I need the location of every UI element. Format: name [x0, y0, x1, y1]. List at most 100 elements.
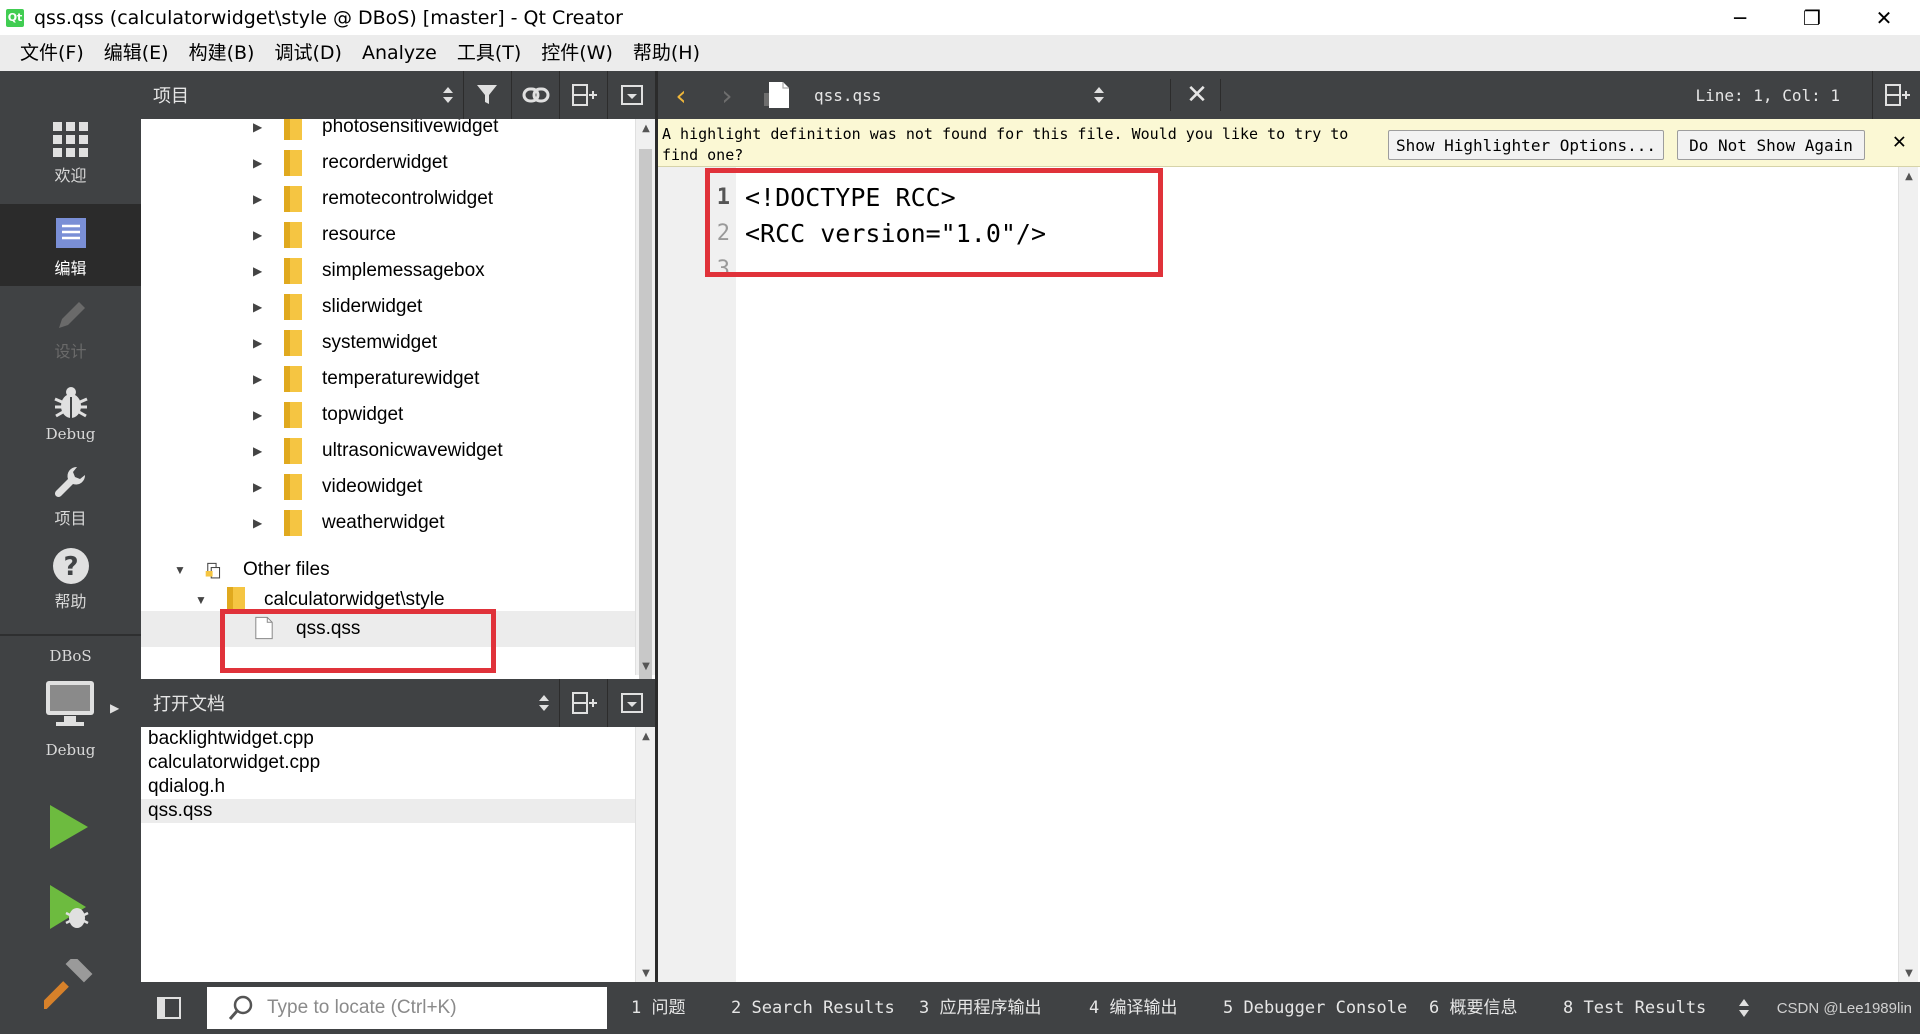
scroll-up-icon[interactable]: ▲ — [1899, 167, 1919, 185]
open-doc-item-selected[interactable]: qss.qss — [141, 799, 635, 823]
folder-label: simplemessagebox — [322, 260, 485, 281]
split-editor-icon[interactable] — [1872, 71, 1920, 119]
mode-welcome[interactable]: 欢迎 — [0, 111, 141, 193]
scroll-down-icon[interactable]: ▼ — [636, 657, 656, 675]
menu-file[interactable]: 文件(F) — [10, 35, 94, 71]
tree-item-folder[interactable]: ▶ simplemessagebox — [141, 253, 635, 289]
output-tab-general-messages[interactable]: 6 概要信息 — [1429, 982, 1517, 1034]
tree-item-folder[interactable]: ▶ ultrasonicwavewidget — [141, 433, 635, 469]
tree-item-folder[interactable]: ▶ remotecontrolwidget — [141, 181, 635, 217]
open-documents-list: backlightwidget.cpp calculatorwidget.cpp… — [141, 727, 635, 982]
menu-analyze[interactable]: Analyze — [352, 35, 447, 71]
tree-item-folder[interactable]: ▶ topwidget — [141, 397, 635, 433]
open-doc-item[interactable]: qdialog.h — [141, 775, 635, 799]
combo-arrows-icon — [1094, 87, 1104, 103]
collapsed-arrow-icon[interactable]: ▶ — [253, 372, 262, 386]
close-pane-icon[interactable] — [607, 71, 655, 119]
do-not-show-again-button[interactable]: Do Not Show Again — [1677, 130, 1865, 160]
minimize-button[interactable]: ─ — [1704, 0, 1776, 35]
output-tab-debugger-console[interactable]: 5 Debugger Console — [1223, 982, 1407, 1034]
link-icon[interactable] — [511, 71, 559, 119]
kit-expand-icon[interactable]: ▶ — [110, 701, 119, 715]
close-window-button[interactable]: ✕ — [1848, 0, 1920, 35]
open-doc-item[interactable]: backlightwidget.cpp — [141, 727, 635, 751]
tree-item-folder[interactable]: ▶ photosensitivewidget — [141, 119, 635, 145]
scroll-up-icon[interactable]: ▲ — [636, 727, 656, 745]
collapsed-arrow-icon[interactable]: ▶ — [253, 516, 262, 530]
folder-icon — [284, 474, 302, 500]
folder-icon — [284, 186, 302, 212]
collapsed-arrow-icon[interactable]: ▶ — [253, 408, 262, 422]
build-button[interactable] — [39, 955, 94, 1014]
tree-item-folder[interactable]: ▶ resource — [141, 217, 635, 253]
back-arrow-icon[interactable]: ‹ — [658, 71, 704, 119]
expanded-arrow-icon[interactable]: ▼ — [195, 593, 207, 607]
filter-icon[interactable] — [463, 71, 511, 119]
menu-debug[interactable]: 调试(D) — [264, 35, 351, 71]
scroll-down-icon[interactable]: ▼ — [1899, 964, 1919, 982]
collapsed-arrow-icon[interactable]: ▶ — [253, 228, 262, 242]
menu-help[interactable]: 帮助(H) — [623, 35, 710, 71]
output-tab-issues[interactable]: 1 问题 — [631, 982, 685, 1034]
kit-selector[interactable] — [44, 679, 113, 734]
menu-widgets[interactable]: 控件(W) — [531, 35, 623, 71]
scroll-thumb[interactable] — [639, 149, 652, 689]
mode-projects[interactable]: 项目 — [0, 454, 141, 536]
close-document-icon[interactable]: ✕ — [1174, 71, 1220, 119]
mode-edit[interactable]: 编辑 — [0, 204, 141, 286]
file-selector[interactable]: qss.qss — [769, 71, 1168, 119]
scroll-up-icon[interactable]: ▲ — [636, 119, 656, 137]
tree-item-folder[interactable]: ▶ videowidget — [141, 469, 635, 505]
qt-logo-icon: Qt — [6, 8, 24, 27]
collapsed-arrow-icon[interactable]: ▶ — [253, 444, 262, 458]
mode-help[interactable]: ? 帮助 — [0, 537, 141, 619]
editor-scrollbar[interactable]: ▲ ▼ — [1898, 167, 1918, 982]
menu-tools[interactable]: 工具(T) — [447, 35, 531, 71]
view-select-icon[interactable] — [529, 679, 559, 727]
tree-item-folder[interactable]: ▶ systemwidget — [141, 325, 635, 361]
view-select-icon[interactable] — [433, 71, 463, 119]
collapsed-arrow-icon[interactable]: ▶ — [253, 480, 262, 494]
collapsed-arrow-icon[interactable]: ▶ — [253, 192, 262, 206]
info-close-icon[interactable]: ✕ — [1893, 129, 1906, 154]
split-icon[interactable] — [559, 679, 607, 727]
split-icon[interactable] — [559, 71, 607, 119]
output-tab-compile-output[interactable]: 4 编译输出 — [1089, 982, 1177, 1034]
run-button[interactable] — [46, 803, 92, 856]
show-highlighter-options-button[interactable]: Show Highlighter Options... — [1388, 130, 1664, 160]
collapsed-arrow-icon[interactable]: ▶ — [253, 300, 262, 314]
open-docs-scrollbar[interactable]: ▲ ▼ — [635, 727, 655, 982]
mode-design[interactable]: 设计 — [0, 287, 141, 369]
info-message: A highlight definition was not found for… — [662, 125, 1349, 164]
tree-item-folder[interactable]: ▶ recorderwidget — [141, 145, 635, 181]
more-tabs-icon[interactable] — [1737, 996, 1751, 1020]
collapsed-arrow-icon[interactable]: ▶ — [253, 120, 262, 134]
restore-button[interactable]: ❐ — [1776, 0, 1848, 35]
window-title: qss.qss (calculatorwidget\style @ DBoS) … — [34, 6, 623, 29]
expanded-arrow-icon[interactable]: ▼ — [174, 563, 186, 577]
collapsed-arrow-icon[interactable]: ▶ — [253, 156, 262, 170]
open-doc-item[interactable]: calculatorwidget.cpp — [141, 751, 635, 775]
scroll-down-icon[interactable]: ▼ — [636, 964, 656, 982]
collapsed-arrow-icon[interactable]: ▶ — [253, 264, 262, 278]
project-tree-scrollbar[interactable]: ▲ ▼ — [635, 119, 656, 689]
text-editor[interactable]: <!DOCTYPE RCC> <RCC version="1.0"/> — [736, 167, 1898, 982]
collapsed-arrow-icon[interactable]: ▶ — [253, 336, 262, 350]
tree-item-folder[interactable]: ▶ temperaturewidget — [141, 361, 635, 397]
tree-item-folder[interactable]: ▶ sliderwidget — [141, 289, 635, 325]
debug-run-button[interactable] — [46, 883, 96, 936]
toggle-sidebar-icon[interactable] — [141, 982, 197, 1034]
folder-icon — [284, 119, 302, 140]
forward-arrow-icon[interactable]: › — [704, 71, 750, 119]
menu-edit[interactable]: 编辑(E) — [94, 35, 179, 71]
folder-icon — [284, 150, 302, 176]
output-tab-search-results[interactable]: 2 Search Results — [731, 982, 895, 1034]
menu-build[interactable]: 构建(B) — [179, 35, 265, 71]
output-tab-application-output[interactable]: 3 应用程序输出 — [919, 982, 1041, 1034]
tree-item-folder[interactable]: ▶ weatherwidget — [141, 505, 635, 541]
highlighter-info-bar: A highlight definition was not found for… — [658, 119, 1920, 167]
locator-input[interactable]: Type to locate (Ctrl+K) — [207, 987, 607, 1029]
mode-debug[interactable]: Debug — [0, 371, 141, 453]
output-tab-test-results[interactable]: 8 Test Results — [1563, 982, 1706, 1034]
close-pane-icon[interactable] — [607, 679, 655, 727]
